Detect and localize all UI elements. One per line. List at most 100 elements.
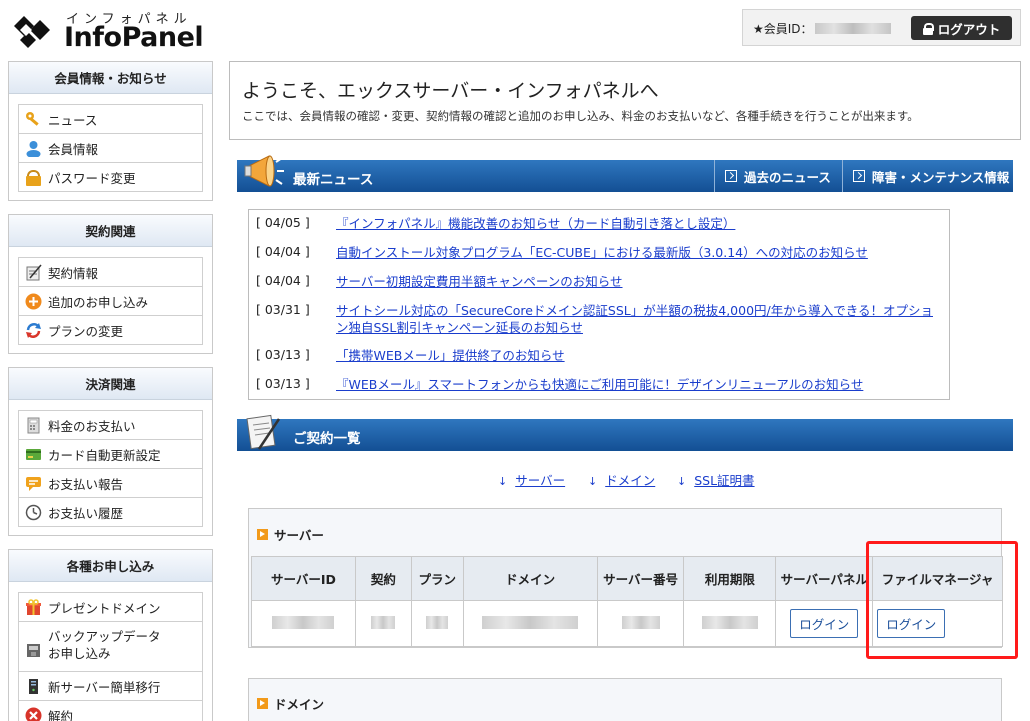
news-date: [ 03/13 ] [256,347,310,362]
infopanel-logo[interactable]: インフォパネル InfoPanel [8,6,208,53]
down-arrow-icon: ↓ [588,475,598,488]
sidebar-item-contract-info[interactable]: 契約情報 [19,258,202,287]
server-panel-login-button[interactable]: ログイン [790,609,859,638]
document-pen-icon [246,414,281,450]
sidebar-contract-section: 契約関連 契約情報 追加のお申し込み プランの変更 [8,214,213,354]
arrow-box-icon [853,170,865,182]
server-box-title-label: サーバー [274,528,324,543]
sidebar-payment-section: 決済関連 料金のお支払い カード自動更新設定 お支払い報告 お支払い履歴 [8,367,213,536]
sidebar-item-label: バックアップデータ [48,629,161,644]
backup-icon [27,644,40,657]
sidebar-item-label: 会員情報 [48,141,99,157]
server-id-cell [251,600,356,647]
sidebar-section-title: 契約関連 [9,215,212,247]
news-link[interactable]: 『WEBメール』スマートフォンからも快適にご利用可能に！デザインリニューアルのお… [336,376,936,393]
blurred-value [272,615,335,629]
col-server-panel: サーバーパネル [775,556,874,601]
news-link[interactable]: サイトシール対応の「SecureCoreドメイン認証SSL」が半額の税抜4,00… [336,302,936,336]
logout-button[interactable]: ログアウト [911,16,1012,40]
news-date: [ 03/31 ] [256,302,310,317]
news-item: [ 04/04 ] サーバー初期設定費用半額キャンペーンのお知らせ [256,273,936,290]
refresh-icon [26,322,41,338]
sidebar-item-news[interactable]: ニュース [19,105,202,134]
member-bar: ★会員ID： ログアウト [742,9,1021,46]
news-link[interactable]: 「携帯WEBメール」提供終了のお知らせ [336,347,936,364]
maintenance-info-label: 障害・メンテナンス情報 [872,169,1010,185]
sidebar-item-label-line2: お申し込み [48,646,111,661]
news-link[interactable]: 『インフォパネル』機能改善のお知らせ（カード自動引き落とし設定） [336,215,936,232]
sidebar-item-cancel[interactable]: 解約 [19,701,202,721]
domain-cell [462,600,598,647]
server-icon [29,678,38,694]
anchor-ssl[interactable]: ↓ SSL証明書 [677,470,755,489]
blurred-value [482,615,579,629]
contracts-section-header: ご契約一覧 [237,414,1013,451]
plus-circle-icon [25,293,42,309]
sidebar-item-label: 追加のお申し込み [48,294,149,310]
contract-icon [26,264,42,280]
sidebar-section-title: 決済関連 [9,368,212,400]
news-section-header: 最新ニュース 過去のニュース 障害・メンテナンス情報 [237,155,1013,192]
blurred-value [426,615,449,629]
server-panel-cell: ログイン [775,600,874,647]
logo-text: InfoPanel [64,22,204,53]
sidebar-item-member-info[interactable]: 会員情報 [19,134,202,163]
anchor-link[interactable]: ドメイン [605,473,655,488]
blurred-value [371,615,396,629]
news-item: [ 03/13 ] 「携帯WEBメール」提供終了のお知らせ [256,347,936,364]
expiry-cell [683,600,777,647]
sidebar-item-backup-order[interactable]: バックアップデータ お申し込み [19,622,202,672]
sidebar-item-payment-report[interactable]: お支払い報告 [19,469,202,498]
sidebar-item-label: 料金のお支払い [48,418,136,434]
down-arrow-icon: ↓ [677,475,687,488]
arrow-box-icon [725,170,737,182]
sidebar-item-present-domain[interactable]: プレゼントドメイン [19,593,202,622]
page-description: ここでは、会員情報の確認・変更、契約情報の確認と追加のお申し込み、料金のお支払い… [242,109,919,123]
blurred-value [701,615,758,629]
domain-contract-box: ドメイン [248,678,1002,721]
comment-icon [26,476,41,491]
down-arrow-icon: ↓ [498,475,508,488]
news-link[interactable]: 自動インストール対象プログラム「EC-CUBE」における最新版（3.0.14）へ… [336,244,936,261]
welcome-panel: ようこそ、エックスサーバー・インフォパネルへ ここでは、会員情報の確認・変更、契… [229,61,1021,140]
anchor-domain[interactable]: ↓ ドメイン [588,470,655,489]
sidebar-item-label: 解約 [48,708,74,721]
sidebar-item-payment-history[interactable]: お支払い履歴 [19,498,202,527]
anchor-server[interactable]: ↓ サーバー [498,470,565,489]
anchor-link[interactable]: サーバー [515,473,565,488]
key-icon [26,111,39,126]
blurred-value [621,615,660,629]
sidebar-item-additional-order[interactable]: 追加のお申し込み [19,287,202,316]
domain-box-title-label: ドメイン [274,697,325,712]
col-plan: プラン [410,556,464,601]
col-contract: 契約 [354,556,412,601]
maintenance-info-link[interactable]: 障害・メンテナンス情報 [842,160,1013,192]
sidebar-item-plan-change[interactable]: プランの変更 [19,316,202,345]
news-date: [ 04/04 ] [256,273,310,288]
contracts-section-title: ご契約一覧 [293,431,361,447]
news-date: [ 04/04 ] [256,244,310,259]
calculator-icon [27,417,40,433]
news-item: [ 03/31 ] サイトシール対応の「SecureCoreドメイン認証SSL」… [256,302,936,336]
credit-card-icon [26,448,41,460]
sidebar-application-section: 各種お申し込み プレゼントドメイン バックアップデータ お申し込み 新サーバー簡… [8,549,213,721]
sidebar-item-password[interactable]: パスワード変更 [19,163,202,192]
news-link[interactable]: サーバー初期設定費用半額キャンペーンのお知らせ [336,273,936,290]
anchor-link[interactable]: SSL証明書 [694,473,754,488]
sidebar-item-label: カード自動更新設定 [48,447,161,463]
member-id-label: ★会員ID： [753,22,813,36]
gift-icon [26,598,41,615]
sidebar-item-label: プランの変更 [48,323,124,339]
past-news-link[interactable]: 過去のニュース [714,160,842,192]
sidebar-item-server-migration[interactable]: 新サーバー簡単移行 [19,672,202,701]
news-list: [ 04/05 ] 『インフォパネル』機能改善のお知らせ（カード自動引き落とし設… [248,209,950,400]
news-section-title: 最新ニュース [293,172,374,188]
sidebar-item-payment[interactable]: 料金のお支払い [19,411,202,440]
lock-icon [922,22,934,35]
server-box-title: サーバー [257,525,324,544]
news-date: [ 04/05 ] [256,215,310,230]
lock-icon [26,169,41,186]
news-item: [ 04/04 ] 自動インストール対象プログラム「EC-CUBE」における最新… [256,244,936,261]
sidebar-item-card-auto-renew[interactable]: カード自動更新設定 [19,440,202,469]
member-id-value [815,23,891,34]
